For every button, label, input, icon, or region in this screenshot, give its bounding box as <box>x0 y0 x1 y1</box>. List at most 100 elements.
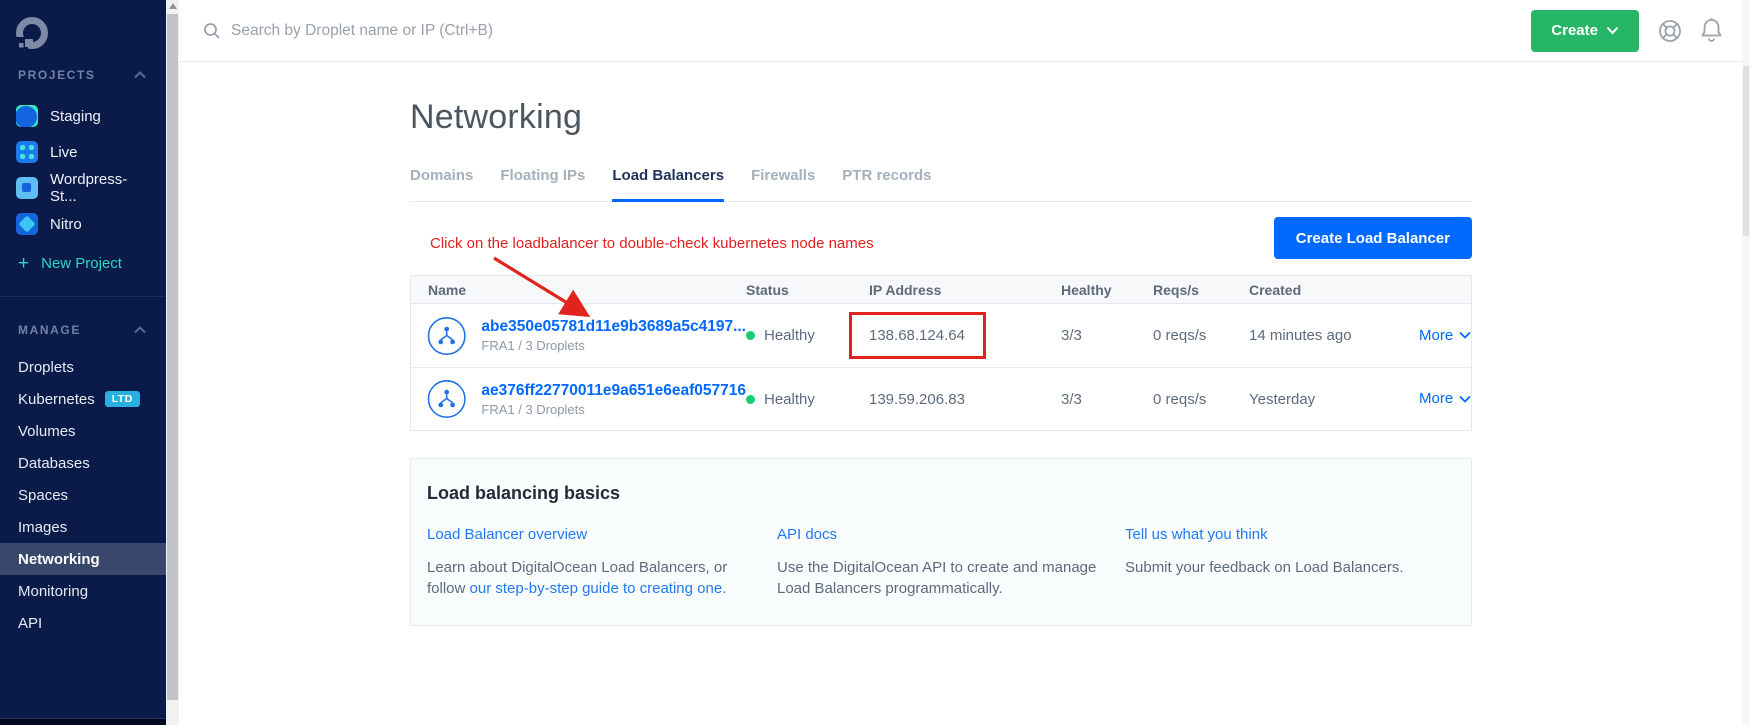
sidebar-project-live[interactable]: Live <box>0 134 166 170</box>
sidebar-item-networking[interactable]: Networking <box>0 543 166 575</box>
created-time: Yesterday <box>1249 391 1419 408</box>
projects-header-label: PROJECTS <box>18 68 95 82</box>
sidebar-project-staging[interactable]: Staging <box>0 98 166 134</box>
step-by-step-guide-link[interactable]: our step-by-step guide to creating one. <box>470 580 727 597</box>
tab-firewalls[interactable]: Firewalls <box>751 167 815 201</box>
load-balancer-meta: FRA1 / 3 Droplets <box>481 338 746 353</box>
column-header-healthy: Healthy <box>1061 282 1153 298</box>
ip-address: 138.68.124.64 <box>869 327 965 344</box>
toolbar: Click on the loadbalancer to double-chec… <box>410 202 1472 275</box>
load-balancers-table: Name Status IP Address Healthy Reqs/s Cr… <box>410 275 1472 431</box>
sidebar-item-label: Spaces <box>18 487 68 504</box>
sidebar-item-volumes[interactable]: Volumes <box>0 415 166 447</box>
sidebar-bottom-strip <box>0 718 166 725</box>
manage-list: Droplets Kubernetes LTD Volumes Database… <box>0 351 166 639</box>
load-balancer-name-link[interactable]: abe350e05781d11e9b3689a5c4197... <box>481 318 746 335</box>
healthy-status-dot <box>746 395 755 404</box>
project-nitro-icon <box>16 213 38 235</box>
sidebar-scrollbar-thumb[interactable] <box>167 14 178 700</box>
manage-section-header[interactable]: MANAGE <box>0 323 166 337</box>
sidebar-item-label: Droplets <box>18 359 74 376</box>
sidebar-item-spaces[interactable]: Spaces <box>0 479 166 511</box>
project-label: Staging <box>50 108 101 125</box>
column-header-status: Status <box>746 282 869 298</box>
tab-load-balancers[interactable]: Load Balancers <box>612 167 724 202</box>
load-balancer-icon <box>427 379 466 419</box>
healthy-count: 3/3 <box>1061 391 1153 408</box>
topbar-icons <box>1657 17 1724 44</box>
basics-column-overview: Load Balancer overview Learn about Digit… <box>427 526 777 599</box>
basics-column-feedback: Tell us what you think Submit your feedb… <box>1125 526 1455 599</box>
more-menu-button[interactable]: More <box>1419 390 1471 407</box>
tab-bar: Domains Floating IPs Load Balancers Fire… <box>410 167 1472 202</box>
main-content: Networking Domains Floating IPs Load Bal… <box>179 62 1750 725</box>
load-balancer-name-link[interactable]: ae376ff22770011e9a651e6eaf057716 <box>481 382 746 399</box>
sidebar-item-label: Networking <box>18 551 100 568</box>
tab-ptr-records[interactable]: PTR records <box>842 167 931 201</box>
load-balancer-meta: FRA1 / 3 Droplets <box>481 402 746 417</box>
page-scrollbar[interactable] <box>1742 0 1750 725</box>
sidebar-divider <box>0 296 166 297</box>
notifications-bell-icon[interactable] <box>1699 17 1724 44</box>
table-row: abe350e05781d11e9b3689a5c4197... FRA1 / … <box>411 304 1471 367</box>
sidebar-project-nitro[interactable]: Nitro <box>0 206 166 242</box>
search-input[interactable] <box>231 22 791 40</box>
basics-column-api: API docs Use the DigitalOcean API to cre… <box>777 526 1125 599</box>
search-icon <box>203 22 221 40</box>
healthy-status-dot <box>746 331 755 340</box>
page-scrollbar-thumb[interactable] <box>1743 66 1749 236</box>
table-header-row: Name Status IP Address Healthy Reqs/s Cr… <box>411 276 1471 304</box>
sidebar-item-label: Volumes <box>18 423 76 440</box>
sidebar-item-images[interactable]: Images <box>0 511 166 543</box>
sidebar-item-droplets[interactable]: Droplets <box>0 351 166 383</box>
create-button-label: Create <box>1551 22 1598 39</box>
search-bar[interactable] <box>203 22 1531 40</box>
sidebar-project-wordpress[interactable]: Wordpress-St... <box>0 170 166 206</box>
more-label: More <box>1419 327 1453 344</box>
basics-text: Use the DigitalOcean API to create and m… <box>777 557 1107 599</box>
column-header-reqs: Reqs/s <box>1153 282 1249 298</box>
more-menu-button[interactable]: More <box>1419 327 1471 344</box>
chevron-down-icon <box>1459 331 1471 339</box>
api-docs-link[interactable]: API docs <box>777 526 837 543</box>
basics-text: Submit your feedback on Load Balancers. <box>1125 557 1455 578</box>
create-button[interactable]: Create <box>1531 10 1639 52</box>
sidebar-item-label: Kubernetes <box>18 391 95 408</box>
ip-address: 139.59.206.83 <box>869 391 1061 408</box>
project-label: Wordpress-St... <box>50 171 148 205</box>
feedback-link[interactable]: Tell us what you think <box>1125 526 1268 543</box>
load-balancer-overview-link[interactable]: Load Balancer overview <box>427 526 587 543</box>
sidebar-item-api[interactable]: API <box>0 607 166 639</box>
tab-domains[interactable]: Domains <box>410 167 473 201</box>
requests-per-second: 0 reqs/s <box>1153 327 1249 344</box>
sidebar-scrollbar[interactable] <box>166 0 179 725</box>
sidebar-item-databases[interactable]: Databases <box>0 447 166 479</box>
ltd-badge: LTD <box>105 391 140 407</box>
chevron-down-icon <box>1459 395 1471 403</box>
topbar: Create <box>179 0 1750 62</box>
project-staging-icon <box>16 105 38 127</box>
new-project-button[interactable]: + New Project <box>0 242 166 278</box>
sidebar-item-monitoring[interactable]: Monitoring <box>0 575 166 607</box>
sidebar: PROJECTS Staging Live Wordpress-St... Ni… <box>0 0 166 725</box>
chevron-up-icon <box>134 71 146 79</box>
digitalocean-logo-icon[interactable] <box>15 16 49 50</box>
column-header-ip: IP Address <box>869 282 1061 298</box>
page-title: Networking <box>410 98 1472 137</box>
scroll-up-arrow-icon[interactable] <box>169 3 177 9</box>
column-header-created: Created <box>1249 282 1419 298</box>
project-live-icon <box>16 141 38 163</box>
new-project-label: New Project <box>41 255 122 272</box>
sidebar-item-kubernetes[interactable]: Kubernetes LTD <box>0 383 166 415</box>
projects-section-header[interactable]: PROJECTS <box>0 68 166 82</box>
load-balancing-basics-panel: Load balancing basics Load Balancer over… <box>410 458 1472 626</box>
load-balancer-icon <box>427 316 466 356</box>
sidebar-item-label: API <box>18 615 42 632</box>
chevron-up-icon <box>134 326 146 334</box>
column-header-name: Name <box>411 282 746 298</box>
support-lifebuoy-icon[interactable] <box>1657 18 1683 44</box>
tab-floating-ips[interactable]: Floating IPs <box>500 167 585 201</box>
sidebar-item-label: Databases <box>18 455 90 472</box>
create-load-balancer-button[interactable]: Create Load Balancer <box>1274 217 1472 259</box>
requests-per-second: 0 reqs/s <box>1153 391 1249 408</box>
